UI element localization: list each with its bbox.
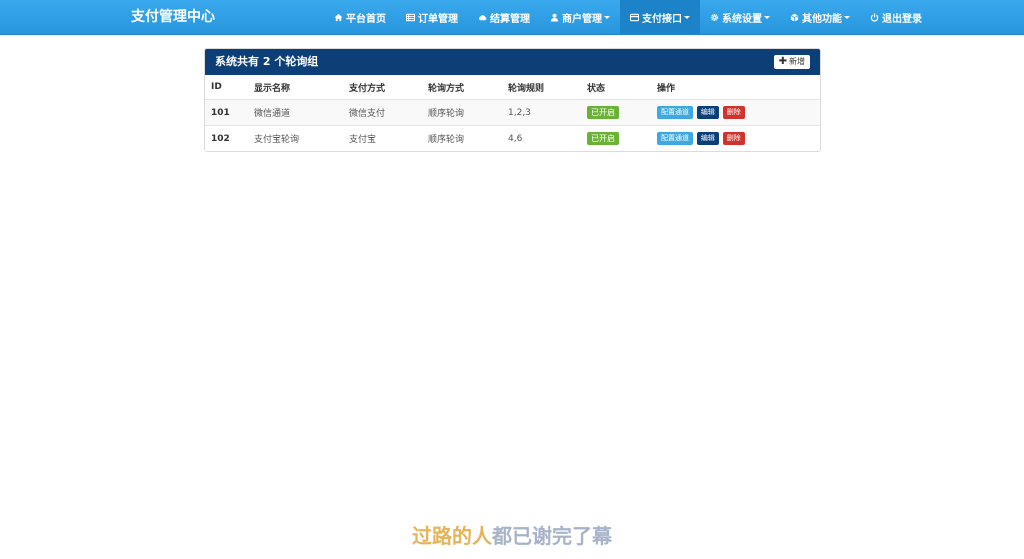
cell-pay-type: 支付宝 bbox=[343, 125, 422, 151]
power-icon bbox=[870, 12, 879, 21]
cell-id: 101 bbox=[205, 99, 248, 126]
gear-icon bbox=[710, 13, 719, 21]
nav-item-label: 其他功能 bbox=[802, 13, 842, 25]
column-header-rule: 轮询规则 bbox=[508, 83, 545, 94]
status-badge: 已开启 bbox=[587, 106, 619, 119]
credit-card-icon bbox=[630, 13, 639, 21]
status-badge: 已开启 bbox=[587, 132, 619, 145]
config-channel-button[interactable]: 配置通道 bbox=[657, 132, 693, 145]
user-icon bbox=[550, 13, 559, 22]
list-icon bbox=[406, 13, 415, 21]
video-subtitle: 过路的人都已谢完了幕 bbox=[0, 520, 1024, 549]
caret-down-icon bbox=[764, 15, 770, 19]
delete-button[interactable]: 删除 bbox=[722, 132, 745, 145]
add-button-label: 新增 bbox=[789, 57, 805, 66]
cell-status: 已开启 bbox=[581, 125, 651, 151]
polling-group-panel: 系统共有 2 个轮询组 ✚ 新增 ID 显示名称 支付方式 轮询方式 轮询规则 状… bbox=[204, 48, 821, 152]
column-header-actions: 操作 bbox=[657, 83, 676, 94]
config-channel-button[interactable]: 配置通道 bbox=[657, 106, 693, 119]
cell-actions: 配置通道 编辑 删除 bbox=[651, 99, 820, 126]
cell-id: 102 bbox=[205, 125, 248, 151]
table-header-row: ID 显示名称 支付方式 轮询方式 轮询规则 状态 操作 bbox=[205, 75, 820, 100]
table-row: 102 支付宝轮询 支付宝 顺序轮询 4,6 已开启 配置通道 编辑 删除 bbox=[205, 125, 820, 151]
cell-rule: 1,2,3 bbox=[502, 99, 581, 126]
cell-status: 已开启 bbox=[581, 99, 651, 126]
edit-button[interactable]: 编辑 bbox=[696, 106, 719, 119]
panel-title: 系统共有 2 个轮询组 bbox=[215, 55, 319, 68]
brand-title[interactable]: 支付管理中心 bbox=[131, 0, 215, 34]
nav-item-label: 商户管理 bbox=[562, 13, 602, 25]
column-header-pay-type: 支付方式 bbox=[349, 83, 386, 94]
nav-item-label: 平台首页 bbox=[346, 13, 386, 25]
nav-item-logout[interactable]: 退出登录 bbox=[860, 0, 932, 34]
nav-item-label: 订单管理 bbox=[418, 13, 458, 25]
cell-name: 微信通道 bbox=[248, 99, 343, 126]
nav-item-other-functions[interactable]: 其他功能 bbox=[780, 0, 860, 34]
caret-down-icon bbox=[844, 15, 850, 19]
nav-item-system-settings[interactable]: 系统设置 bbox=[700, 0, 780, 34]
top-navbar: 支付管理中心 平台首页 订单管理 结算管理 商户管理 支付接口 系统设置 其他功… bbox=[0, 0, 1024, 35]
nav-item-merchants[interactable]: 商户管理 bbox=[540, 0, 620, 34]
cell-mode: 顺序轮询 bbox=[422, 125, 502, 151]
panel-heading: 系统共有 2 个轮询组 ✚ 新增 bbox=[205, 49, 820, 75]
nav-item-label: 支付接口 bbox=[642, 13, 682, 25]
subtitle-part-b: 都已谢完了幕 bbox=[492, 524, 612, 548]
home-icon bbox=[334, 13, 343, 21]
cloud-icon bbox=[479, 14, 487, 20]
nav-item-orders[interactable]: 订单管理 bbox=[396, 0, 468, 34]
cube-icon bbox=[790, 13, 799, 22]
polling-group-table: ID 显示名称 支付方式 轮询方式 轮询规则 状态 操作 101 微信通道 微信… bbox=[205, 75, 820, 151]
column-header-name: 显示名称 bbox=[254, 83, 291, 94]
nav-item-payment-interface[interactable]: 支付接口 bbox=[620, 0, 700, 34]
delete-button[interactable]: 删除 bbox=[722, 106, 745, 119]
add-button[interactable]: ✚ 新增 bbox=[773, 55, 810, 69]
subtitle-part-a: 过路的人 bbox=[412, 524, 492, 548]
nav-item-label: 系统设置 bbox=[722, 13, 762, 25]
nav-item-settlement[interactable]: 结算管理 bbox=[468, 0, 540, 34]
cell-rule: 4,6 bbox=[502, 125, 581, 151]
caret-down-icon bbox=[684, 15, 690, 19]
table-row: 101 微信通道 微信支付 顺序轮询 1,2,3 已开启 配置通道 编辑 删除 bbox=[205, 99, 820, 126]
cell-pay-type: 微信支付 bbox=[343, 99, 422, 126]
caret-down-icon bbox=[604, 15, 610, 19]
main-nav: 平台首页 订单管理 结算管理 商户管理 支付接口 系统设置 其他功能 退出登录 bbox=[324, 0, 932, 34]
nav-item-label: 结算管理 bbox=[490, 13, 530, 25]
edit-button[interactable]: 编辑 bbox=[696, 132, 719, 145]
nav-item-home[interactable]: 平台首页 bbox=[324, 0, 396, 34]
cell-actions: 配置通道 编辑 删除 bbox=[651, 125, 820, 151]
column-header-status: 状态 bbox=[587, 83, 606, 94]
cell-mode: 顺序轮询 bbox=[422, 99, 502, 126]
cell-name: 支付宝轮询 bbox=[248, 125, 343, 151]
plus-icon: ✚ bbox=[778, 56, 787, 67]
nav-item-label: 退出登录 bbox=[882, 13, 922, 25]
column-header-mode: 轮询方式 bbox=[428, 83, 465, 94]
column-header-id: ID bbox=[211, 82, 222, 92]
